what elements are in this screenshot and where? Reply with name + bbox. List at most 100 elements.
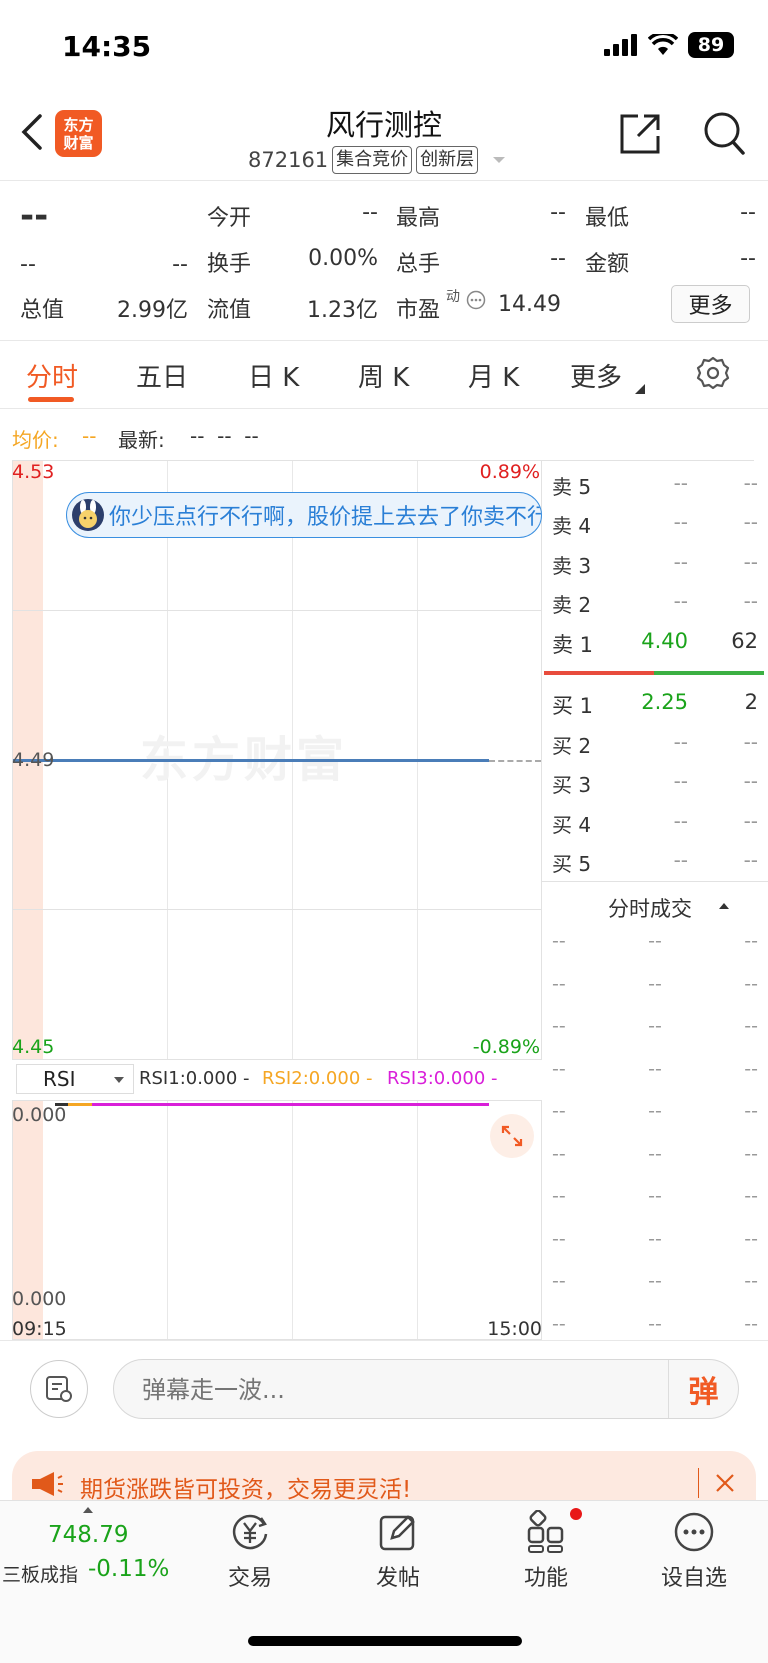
bid-strength-bar xyxy=(654,671,764,675)
nav-trade[interactable]: 交易 xyxy=(190,1510,310,1592)
danmaku-bubble[interactable]: 你少压点行不行啊，股价提上去去了你卖不行吗 xyxy=(66,492,542,538)
trade-cell: -- xyxy=(552,1270,566,1292)
trade-cell: -- xyxy=(552,1185,566,1207)
functions-grid-icon xyxy=(527,1510,564,1553)
share-icon[interactable] xyxy=(618,112,662,156)
bid-row-2: 买 2 -- -- xyxy=(552,730,758,758)
tab-monthly-k[interactable]: 月 K xyxy=(468,357,519,394)
value-total-value: 2.99亿 xyxy=(117,298,188,323)
trade-cell: -- xyxy=(744,972,758,995)
ask-row-2: 卖 2 -- -- xyxy=(552,589,758,617)
more-circle-icon xyxy=(674,1512,714,1552)
danmaku-text: 你少压点行不行啊，股价提上去去了你卖不行吗 xyxy=(109,505,542,530)
label-open: 今开 xyxy=(207,206,252,231)
nav-functions[interactable]: 功能 xyxy=(486,1510,606,1592)
rsi2-label: RSI2:0.000 - xyxy=(262,1068,373,1089)
tab-intraday[interactable]: 分时 xyxy=(26,357,78,394)
tab-underline xyxy=(28,397,74,402)
indicator-selector[interactable]: RSI xyxy=(16,1064,134,1094)
trade-cell: -- xyxy=(648,1142,662,1165)
label-volume: 总手 xyxy=(396,252,441,277)
danmaku-send-button[interactable]: 弹 xyxy=(668,1360,738,1418)
index-change[interactable]: -0.11% xyxy=(88,1556,169,1582)
nav-post[interactable]: 发帖 xyxy=(338,1510,458,1592)
trade-row: -- -- -- xyxy=(552,930,758,952)
ask-row-4: 卖 4 -- -- xyxy=(552,510,758,538)
nav-add-watchlist[interactable]: 设自选 xyxy=(634,1510,754,1592)
trade-cell: -- xyxy=(648,1015,662,1037)
grid-line xyxy=(417,1101,418,1339)
value-low: -- xyxy=(740,200,756,225)
trade-row: -- -- -- xyxy=(552,1185,758,1207)
value-amount: -- xyxy=(740,246,756,271)
grid-line xyxy=(13,610,541,611)
ask-row-3: 卖 3 -- -- xyxy=(552,550,758,578)
bid-row-3: 买 3 -- -- xyxy=(552,769,758,797)
avg-price-value: -- xyxy=(82,424,97,448)
rsi1-label: RSI1:0.000 - xyxy=(139,1068,250,1089)
index-value[interactable]: 748.79 xyxy=(48,1522,128,1548)
bid-row-1[interactable]: 买 1 2.25 2 xyxy=(552,690,758,720)
trade-cell: -- xyxy=(552,1312,566,1335)
danmaku-settings-button[interactable] xyxy=(30,1360,88,1418)
danmaku-input-bar[interactable]: 弹 xyxy=(113,1359,739,1419)
current-price: -- xyxy=(20,196,49,236)
label-float-value: 流值 xyxy=(207,298,252,323)
orderbook-top-border xyxy=(542,460,754,461)
rsi3-label: RSI3:0.000 - xyxy=(387,1068,498,1089)
price-line xyxy=(13,759,489,762)
close-icon[interactable] xyxy=(714,1472,736,1494)
trade-cell: -- xyxy=(552,1227,566,1250)
time-end: 15:00 xyxy=(487,1318,542,1340)
trade-cell: -- xyxy=(648,1100,662,1122)
rsi-chart[interactable] xyxy=(12,1100,542,1340)
tab-daily-k[interactable]: 日 K xyxy=(248,357,299,394)
label-high: 最高 xyxy=(396,206,441,231)
rsi-y-bottom: 0.000 xyxy=(12,1288,67,1310)
tab-more[interactable]: 更多 xyxy=(570,357,622,394)
trade-cell: -- xyxy=(744,1270,758,1292)
avg-price-label: 均价: xyxy=(12,428,59,452)
trade-row: -- -- -- xyxy=(552,1228,758,1250)
settings-gear-icon[interactable] xyxy=(696,356,730,390)
grid-line xyxy=(13,909,541,910)
stock-subline[interactable]: 872161 集合竞价 创新层 xyxy=(248,146,508,174)
trade-row: -- -- -- xyxy=(552,1100,758,1122)
tab-weekly-k[interactable]: 周 K xyxy=(358,357,409,394)
search-icon[interactable] xyxy=(702,110,746,156)
trade-row: -- -- -- xyxy=(552,1270,758,1292)
home-indicator xyxy=(248,1636,522,1646)
trade-cell: -- xyxy=(552,1100,566,1122)
trade-cell: -- xyxy=(648,1270,662,1292)
price-change-pct: -- xyxy=(172,252,188,277)
divider xyxy=(0,408,768,409)
price-change: -- xyxy=(20,252,36,277)
trade-cell: -- xyxy=(744,1057,758,1080)
tab-five-day[interactable]: 五日 xyxy=(136,357,188,394)
trade-cell: -- xyxy=(744,1312,758,1335)
danmaku-settings-icon xyxy=(46,1376,72,1402)
collapse-caret-icon[interactable] xyxy=(718,902,730,910)
trade-cell: -- xyxy=(744,1227,758,1250)
more-quote-button[interactable]: 更多 xyxy=(671,285,750,323)
tab-more-caret-icon xyxy=(635,384,645,394)
status-time: 14:35 xyxy=(62,30,152,63)
bid-row-5: 买 5 -- -- xyxy=(552,848,758,876)
ask-row-1[interactable]: 卖 1 4.40 62 xyxy=(552,629,758,659)
label-pe: 市盈 xyxy=(396,298,441,323)
dropdown-icon[interactable] xyxy=(490,154,508,166)
trades-title[interactable]: 分时成交 xyxy=(608,893,692,923)
info-dots-icon[interactable] xyxy=(466,290,486,310)
danmaku-input[interactable] xyxy=(142,1372,642,1408)
label-low: 最低 xyxy=(585,206,630,231)
ask-row-5: 卖 5 -- -- xyxy=(552,471,758,499)
time-start: 09:15 xyxy=(12,1318,67,1340)
value-high: -- xyxy=(550,200,566,225)
value-pe: 14.49 xyxy=(498,292,561,317)
expand-button[interactable] xyxy=(490,1114,534,1158)
divider xyxy=(542,881,768,882)
tag-auction: 集合竞价 xyxy=(332,146,413,174)
stock-code: 872161 xyxy=(248,148,329,172)
index-name[interactable]: 三板成指 xyxy=(2,1560,78,1587)
value-open: -- xyxy=(362,200,378,225)
